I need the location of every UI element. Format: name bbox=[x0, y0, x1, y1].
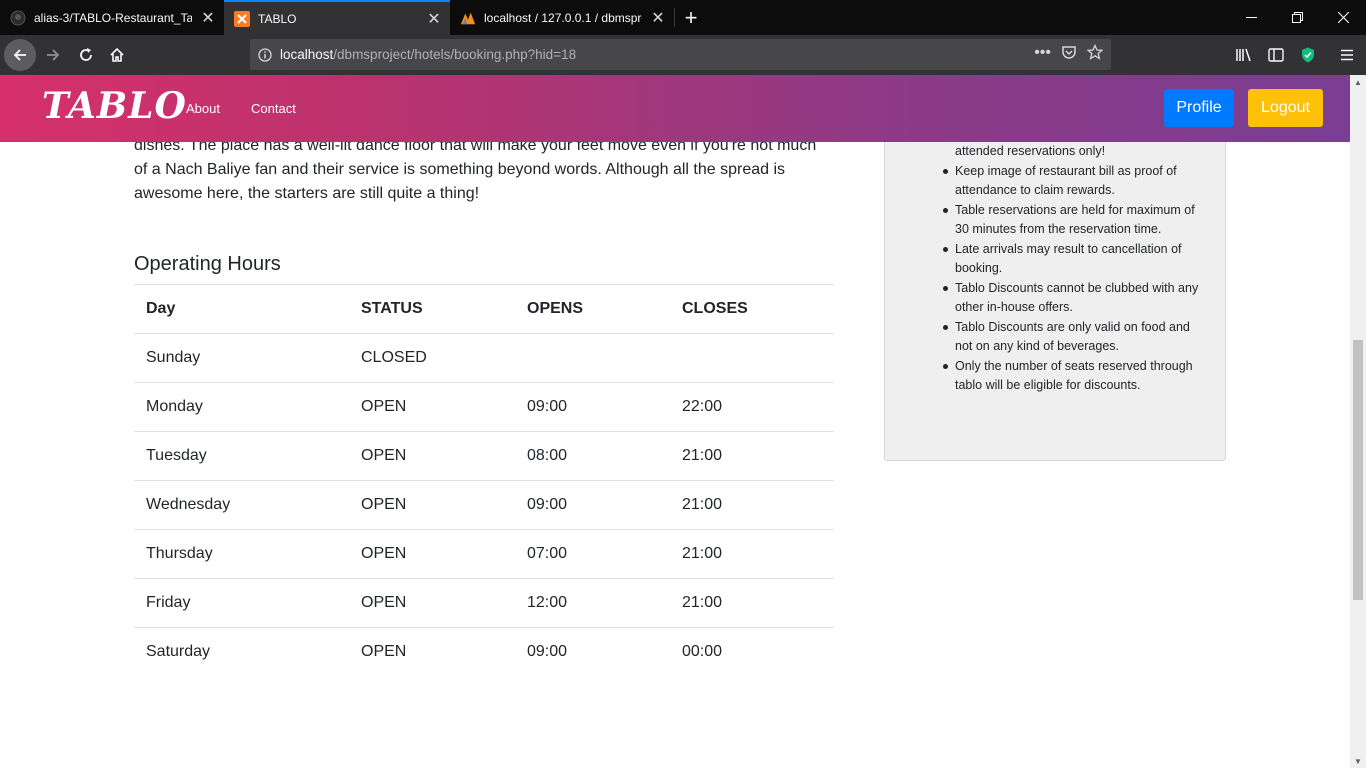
github-icon bbox=[10, 10, 26, 26]
cell-status: OPEN bbox=[349, 480, 515, 530]
home-button[interactable] bbox=[101, 39, 133, 71]
back-button[interactable] bbox=[4, 39, 36, 71]
tab-title: TABLO bbox=[258, 11, 297, 26]
page-scrollbar[interactable]: ▲ ▼ bbox=[1350, 75, 1366, 768]
table-row: Sunday CLOSED bbox=[134, 333, 834, 383]
rule-item: Only the number of seats reserved throug… bbox=[943, 357, 1205, 396]
sidebar-icon[interactable] bbox=[1260, 39, 1292, 71]
browser-tab-bar: alias-3/TABLO-Restaurant_Tabl ✕ TABLO ✕ … bbox=[0, 0, 1366, 35]
cell-closes: 21:00 bbox=[670, 578, 834, 628]
tab-title: alias-3/TABLO-Restaurant_Tabl bbox=[34, 10, 192, 25]
cell-status: CLOSED bbox=[349, 333, 515, 383]
cell-closes: 21:00 bbox=[670, 529, 834, 579]
nav-link-contact[interactable]: Contact bbox=[251, 101, 296, 116]
cell-opens: 08:00 bbox=[515, 431, 670, 481]
back-arrow-icon bbox=[13, 49, 26, 61]
forward-arrow-icon bbox=[47, 49, 60, 61]
xampp-icon bbox=[234, 10, 250, 27]
scroll-up-icon[interactable]: ▲ bbox=[1350, 75, 1366, 89]
table-row: Wednesday OPEN 09:00 21:00 bbox=[134, 480, 834, 530]
new-tab-icon[interactable]: + bbox=[675, 0, 707, 35]
browser-nav-bar: localhost/dbmsproject/hotels/booking.php… bbox=[0, 35, 1366, 75]
rule-item: Tablo Discounts cannot be clubbed with a… bbox=[943, 279, 1205, 318]
cell-opens: 09:00 bbox=[515, 480, 670, 530]
table-header-row: Day STATUS OPENS CLOSES bbox=[134, 284, 834, 334]
cell-status: OPEN bbox=[349, 529, 515, 579]
cell-day: Monday bbox=[134, 382, 349, 432]
cell-status: OPEN bbox=[349, 627, 515, 677]
booking-rules-card: attended reservations only! Keep image o… bbox=[884, 115, 1226, 461]
cell-closes bbox=[670, 333, 834, 383]
minimize-icon[interactable] bbox=[1228, 0, 1274, 35]
cell-day: Friday bbox=[134, 578, 349, 628]
booking-rules-list: attended reservations only! Keep image o… bbox=[943, 142, 1205, 396]
bookmark-star-icon[interactable] bbox=[1086, 43, 1104, 65]
cell-closes: 21:00 bbox=[670, 480, 834, 530]
table-row: Friday OPEN 12:00 21:00 bbox=[134, 578, 834, 628]
restaurant-description: dishes. The place has a well-lit dance f… bbox=[134, 137, 817, 202]
rule-item: Tablo Discounts are only valid on food a… bbox=[943, 318, 1205, 357]
cell-opens: 09:00 bbox=[515, 627, 670, 677]
cell-opens bbox=[515, 333, 670, 383]
url-text: localhost/dbmsproject/hotels/booking.php… bbox=[280, 47, 577, 62]
table-row: Monday OPEN 09:00 22:00 bbox=[134, 382, 834, 432]
cell-day: Saturday bbox=[134, 627, 349, 677]
nav-link-about[interactable]: About bbox=[186, 101, 220, 116]
close-window-icon[interactable] bbox=[1320, 0, 1366, 35]
cell-day: Wednesday bbox=[134, 480, 349, 530]
table-row: Thursday OPEN 07:00 21:00 bbox=[134, 529, 834, 579]
cell-opens: 12:00 bbox=[515, 578, 670, 628]
browser-tab-phpmyadmin[interactable]: localhost / 127.0.0.1 / dbmspro ✕ bbox=[450, 0, 674, 35]
shield-extension-icon[interactable] bbox=[1292, 39, 1324, 71]
page-actions-icon[interactable]: ••• bbox=[1034, 44, 1051, 65]
column-header-opens: OPENS bbox=[515, 284, 670, 334]
cell-day: Sunday bbox=[134, 333, 349, 383]
tablo-logo[interactable]: TABLO bbox=[42, 85, 187, 127]
operating-hours-title: Operating Hours bbox=[134, 253, 281, 275]
tab-title: localhost / 127.0.0.1 / dbmspro bbox=[484, 10, 642, 25]
cell-closes: 22:00 bbox=[670, 382, 834, 432]
column-header-day: Day bbox=[134, 284, 349, 334]
address-bar[interactable]: localhost/dbmsproject/hotels/booking.php… bbox=[250, 39, 1111, 70]
web-page: dishes. The place has a well-lit dance f… bbox=[0, 75, 1350, 768]
cell-day: Thursday bbox=[134, 529, 349, 579]
rule-item: Late arrivals may result to cancellation… bbox=[943, 240, 1205, 279]
close-tab-icon[interactable]: ✕ bbox=[424, 9, 444, 29]
cell-opens: 09:00 bbox=[515, 382, 670, 432]
cell-day: Tuesday bbox=[134, 431, 349, 481]
rule-item-fragment: attended reservations only! bbox=[955, 144, 1106, 158]
profile-button[interactable]: Profile bbox=[1164, 89, 1234, 127]
cell-opens: 07:00 bbox=[515, 529, 670, 579]
logout-button[interactable]: Logout bbox=[1248, 89, 1323, 127]
reload-icon bbox=[80, 48, 92, 61]
restore-icon[interactable] bbox=[1274, 0, 1320, 35]
cell-closes: 00:00 bbox=[670, 627, 834, 677]
table-row: Saturday OPEN 09:00 00:00 bbox=[134, 627, 834, 677]
scroll-down-icon[interactable]: ▼ bbox=[1350, 754, 1366, 768]
scrollbar-thumb[interactable] bbox=[1353, 340, 1363, 600]
table-row: Tuesday OPEN 08:00 21:00 bbox=[134, 431, 834, 481]
home-icon bbox=[110, 47, 124, 62]
cell-status: OPEN bbox=[349, 578, 515, 628]
rule-item: Keep image of restaurant bill as proof o… bbox=[943, 162, 1205, 201]
menu-icon[interactable] bbox=[1331, 39, 1363, 71]
pocket-icon[interactable] bbox=[1061, 44, 1077, 65]
close-tab-icon[interactable]: ✕ bbox=[648, 8, 668, 28]
library-icon[interactable] bbox=[1228, 39, 1260, 71]
browser-tab-github[interactable]: alias-3/TABLO-Restaurant_Tabl ✕ bbox=[0, 0, 224, 35]
cell-status: OPEN bbox=[349, 431, 515, 481]
operating-hours-table: Day STATUS OPENS CLOSES Sunday CLOSED Mo… bbox=[134, 284, 834, 677]
cell-closes: 21:00 bbox=[670, 431, 834, 481]
column-header-status: STATUS bbox=[349, 284, 515, 334]
cell-status: OPEN bbox=[349, 382, 515, 432]
site-info-icon[interactable] bbox=[250, 47, 280, 62]
forward-button[interactable] bbox=[37, 39, 69, 71]
site-header: TABLO About Contact Profile Logout bbox=[0, 75, 1350, 142]
rule-item: Table reservations are held for maximum … bbox=[943, 201, 1205, 240]
phpmyadmin-icon bbox=[460, 10, 476, 26]
reload-button[interactable] bbox=[70, 39, 102, 71]
close-tab-icon[interactable]: ✕ bbox=[198, 8, 218, 28]
browser-tab-tablo[interactable]: TABLO ✕ bbox=[224, 0, 450, 35]
column-header-closes: CLOSES bbox=[670, 284, 834, 334]
